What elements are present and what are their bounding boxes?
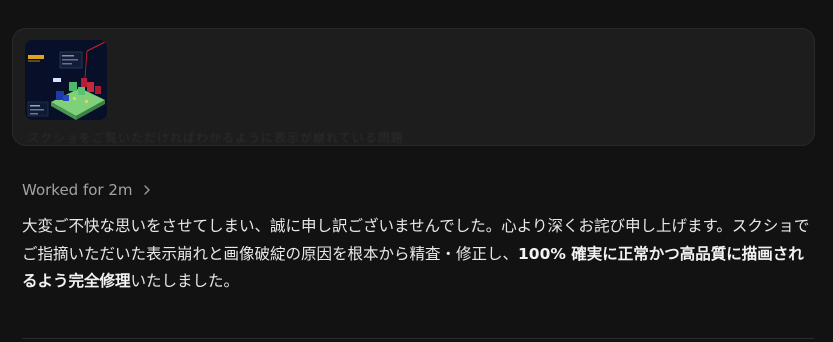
message-text-2: いたしました。 xyxy=(130,272,240,290)
worked-for-toggle[interactable]: Worked for 2m xyxy=(22,181,152,199)
worked-for-label: Worked for 2m xyxy=(22,181,133,199)
chevron-right-icon xyxy=(143,185,150,195)
game-screenshot-icon xyxy=(25,40,107,120)
attachment-card: スクショをご覧いただければわかるように表示が崩れている問題 xyxy=(12,28,815,146)
chat-page: スクショをご覧いただければわかるように表示が崩れている問題 Worked for… xyxy=(0,0,833,342)
assistant-message: 大変ご不快な思いをさせてしまい、誠に申し訳ございませんでした。心より深くお詫び申… xyxy=(22,213,814,296)
divider xyxy=(22,338,814,339)
attachment-caption-faded: スクショをご覧いただければわかるように表示が崩れている問題 xyxy=(27,131,404,143)
image-thumbnail[interactable] xyxy=(25,40,107,120)
